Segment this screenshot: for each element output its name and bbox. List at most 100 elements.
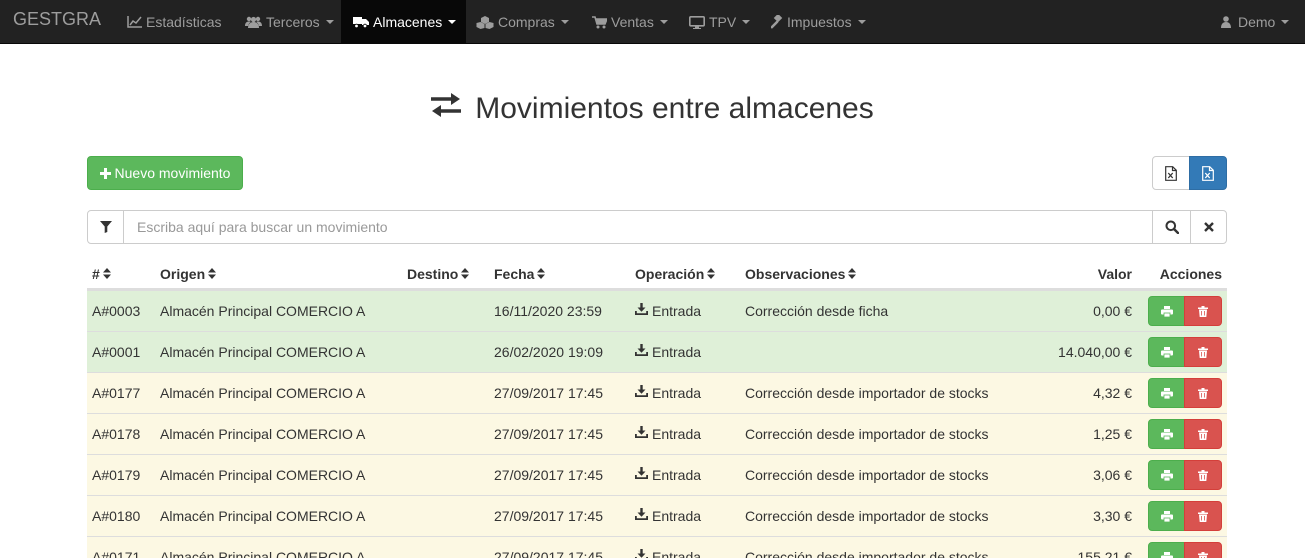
gavel-icon — [771, 15, 785, 29]
table-row[interactable]: A#0001 Almacén Principal COMERCIO A 26/02/… — [87, 331, 1227, 372]
cell-id: A#0177 — [92, 385, 141, 401]
brand-logo[interactable]: GESTGRA — [13, 9, 101, 29]
column-header-operacion[interactable]: Operación — [635, 266, 716, 283]
table-row[interactable]: A#0177 Almacén Principal COMERCIO A 27/09/… — [87, 372, 1227, 413]
cubes-icon — [476, 15, 494, 29]
operation-label: Entrada — [652, 467, 702, 483]
chart-icon — [127, 16, 142, 28]
print-button[interactable] — [1148, 296, 1185, 326]
print-button[interactable] — [1148, 378, 1185, 408]
cell-valor: 3,30 € — [1093, 508, 1132, 524]
cell-fecha: 27/09/2017 17:45 — [494, 508, 603, 524]
table-row[interactable]: A#0179 Almacén Principal COMERCIO A 27/09/… — [87, 454, 1227, 495]
nav-item-label: Almacenes — [373, 14, 443, 30]
export-excel-full-button[interactable] — [1189, 156, 1227, 190]
print-button[interactable] — [1148, 419, 1185, 449]
print-button[interactable] — [1148, 542, 1185, 558]
nav-item-label: Impuestos — [787, 14, 852, 30]
column-header-origen[interactable]: Origen — [160, 266, 217, 283]
table-row[interactable]: A#0180 Almacén Principal COMERCIO A 27/09/… — [87, 495, 1227, 536]
cell-id: A#0180 — [92, 508, 141, 524]
users-icon — [245, 16, 262, 28]
nav-item-ventas[interactable]: Ventas — [583, 0, 677, 44]
nav-item-label: Ventas — [611, 14, 654, 30]
nav-item-tpv[interactable]: TPV — [680, 0, 759, 44]
operation-label: Entrada — [652, 426, 702, 442]
trash-icon — [1198, 428, 1208, 440]
cell-fecha: 16/11/2020 23:59 — [494, 303, 602, 319]
nav-item-estadisticas[interactable]: Estadísticas — [118, 0, 230, 44]
print-button[interactable] — [1148, 460, 1185, 490]
print-icon — [1160, 346, 1173, 358]
print-button[interactable] — [1148, 337, 1185, 367]
new-movement-button[interactable]: Nuevo movimiento — [87, 156, 243, 190]
column-header-valor: Valor — [1098, 266, 1132, 282]
delete-button[interactable] — [1184, 501, 1222, 531]
search-input[interactable] — [125, 211, 1152, 243]
filter-button[interactable] — [88, 211, 124, 243]
column-header-fecha[interactable]: Fecha — [494, 266, 546, 283]
print-icon — [1160, 387, 1173, 399]
cell-operacion: Entrada — [635, 385, 701, 402]
page-title-text: Movimientos entre almacenes — [475, 92, 874, 125]
close-icon — [1203, 222, 1214, 232]
print-button[interactable] — [1148, 501, 1185, 531]
delete-button[interactable] — [1184, 460, 1222, 490]
delete-button[interactable] — [1184, 542, 1222, 558]
nav-item-label: Compras — [498, 14, 555, 30]
column-header-id[interactable]: # — [92, 266, 111, 283]
cell-fecha: 27/09/2017 17:45 — [494, 385, 603, 401]
chevron-down-icon — [857, 20, 866, 24]
chevron-down-icon — [448, 20, 457, 24]
column-header-destino[interactable]: Destino — [407, 266, 470, 283]
nav-item-almacenes[interactable]: Almacenes — [341, 0, 466, 44]
operation-label: Entrada — [652, 549, 702, 558]
column-header-label: # — [92, 266, 100, 282]
user-menu[interactable]: Demo — [1212, 0, 1298, 44]
cell-operacion: Entrada — [635, 426, 701, 443]
cell-origen: Almacén Principal COMERCIO A — [160, 426, 366, 442]
print-icon — [1160, 469, 1173, 481]
download-icon — [635, 507, 648, 523]
nav-item-terceros[interactable]: Terceros — [236, 0, 343, 44]
cell-id: A#0171 — [92, 549, 141, 558]
export-excel-button[interactable] — [1152, 156, 1190, 190]
column-header-observaciones[interactable]: Observaciones — [745, 266, 857, 283]
operation-label: Entrada — [652, 385, 702, 401]
cell-id: A#0178 — [92, 426, 141, 442]
cell-observaciones: Corrección desde importador de stocks — [745, 549, 989, 558]
cell-id: A#0179 — [92, 467, 141, 483]
cell-observaciones: Corrección desde ficha — [745, 303, 889, 319]
nav-item-label: Terceros — [266, 14, 320, 30]
delete-button[interactable] — [1184, 419, 1222, 449]
new-movement-label: Nuevo movimiento — [114, 165, 231, 181]
nav-item-label: Estadísticas — [146, 14, 222, 30]
cell-origen: Almacén Principal COMERCIO A — [160, 344, 366, 360]
print-icon — [1160, 428, 1173, 440]
table-row[interactable]: A#0178 Almacén Principal COMERCIO A 27/09/… — [87, 413, 1227, 454]
nav-item-compras[interactable]: Compras — [467, 0, 578, 44]
chevron-down-icon — [659, 20, 668, 24]
movements-table: # Origen Destino Fecha Operación Observa… — [87, 255, 1227, 558]
cell-id: A#0001 — [92, 344, 141, 360]
clear-search-button[interactable] — [1190, 211, 1226, 243]
search-button[interactable] — [1152, 211, 1190, 243]
nav-item-impuestos[interactable]: Impuestos — [762, 0, 875, 44]
sort-icon — [537, 266, 546, 282]
delete-button[interactable] — [1184, 337, 1222, 367]
cell-operacion: Entrada — [635, 549, 701, 558]
top-navbar: GESTGRA Estadísticas Terceros Almacenes … — [0, 0, 1305, 44]
delete-button[interactable] — [1184, 296, 1222, 326]
delete-button[interactable] — [1184, 378, 1222, 408]
table-row[interactable]: A#0003 Almacén Principal COMERCIO A 16/11/… — [87, 290, 1227, 331]
cell-operacion: Entrada — [635, 344, 701, 361]
cell-observaciones: Corrección desde importador de stocks — [745, 385, 989, 401]
cell-origen: Almacén Principal COMERCIO A — [160, 508, 366, 524]
trash-icon — [1198, 346, 1208, 358]
table-row[interactable]: A#0171 Almacén Principal COMERCIO A 27/09/… — [87, 536, 1227, 558]
cell-origen: Almacén Principal COMERCIO A — [160, 385, 366, 401]
exchange-icon — [431, 89, 462, 127]
search-bar — [87, 210, 1227, 244]
download-icon — [635, 343, 648, 359]
chevron-down-icon — [325, 20, 334, 24]
